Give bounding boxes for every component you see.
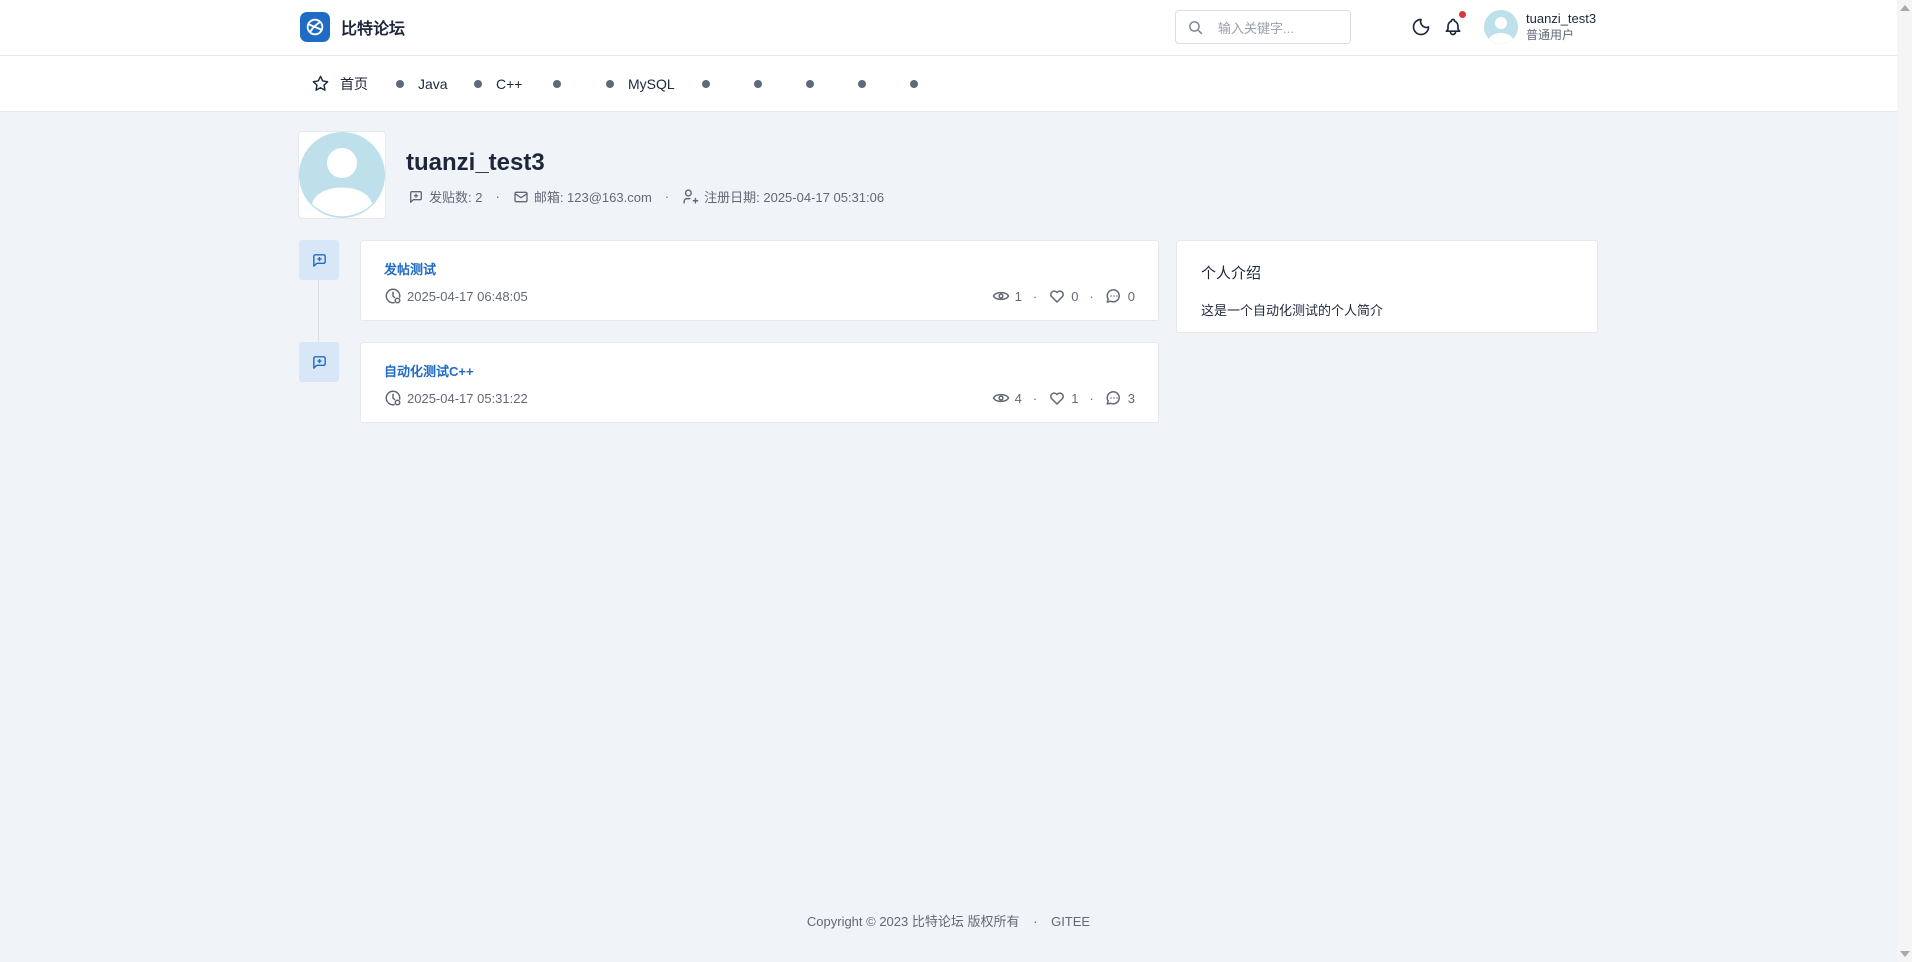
dot-icon — [396, 79, 404, 88]
message-plus-icon — [410, 190, 422, 203]
clock-icon — [385, 390, 401, 406]
mail-icon — [514, 191, 528, 202]
nav-label: MySQL — [628, 75, 675, 92]
post-stats: 4 · 1 · 3 — [992, 389, 1135, 407]
view-count: 1 — [992, 287, 1022, 305]
dot-icon — [553, 79, 561, 88]
dot-icon — [702, 79, 710, 88]
post-stats: 1 · 0 · 0 — [992, 287, 1135, 305]
notifications-button[interactable] — [1443, 11, 1466, 39]
separator: · — [664, 189, 670, 204]
dot-icon — [858, 79, 866, 88]
dot-icon — [910, 79, 918, 88]
brand-logo-icon — [300, 12, 330, 42]
separator: · — [1089, 288, 1094, 304]
post-title-link[interactable]: 自动化测试C++ — [384, 361, 474, 380]
star-icon — [312, 75, 329, 91]
like-count: 0 — [1048, 287, 1078, 305]
search-icon — [1189, 21, 1203, 35]
separator: · — [1032, 288, 1038, 304]
timeline-post-icon — [299, 342, 339, 382]
email-text: 邮箱: 123@163.com — [533, 190, 652, 205]
gitee-link[interactable]: GITEE — [1051, 914, 1090, 929]
bell-icon — [1445, 18, 1461, 36]
dot-icon — [806, 79, 814, 88]
timeline-line — [318, 280, 319, 342]
user-plus-icon — [683, 189, 699, 204]
separator: · — [1033, 914, 1038, 929]
dot-icon — [474, 79, 482, 88]
page-scrollbar[interactable] — [1897, 0, 1912, 962]
category-nav: 首页 Java C++ MySQL — [0, 56, 1897, 112]
post-title-link[interactable]: 发帖测试 — [384, 259, 436, 278]
search-box — [1175, 10, 1351, 44]
heart-icon — [1050, 290, 1065, 303]
scroll-down-arrow-icon[interactable] — [1900, 951, 1910, 957]
nav-item-unlabeled[interactable] — [553, 56, 575, 111]
copyright-text: Copyright © 2023 比特论坛 版权所有 — [806, 914, 1020, 929]
post-card: 自动化测试C++ 2025-04-17 05:31:22 4 · 1 · 3 — [360, 342, 1159, 423]
comment-count: 3 — [1105, 389, 1135, 407]
comment-count: 0 — [1105, 287, 1135, 305]
post-count-text: 发贴数: 2 — [429, 190, 483, 205]
nav-item-unlabeled[interactable] — [702, 56, 724, 111]
nav-label: C++ — [496, 75, 523, 92]
search-input[interactable] — [1216, 17, 1345, 39]
footer: Copyright © 2023 比特论坛 版权所有 · GITEE — [0, 911, 1897, 930]
message-plus-icon — [312, 253, 326, 267]
email: 邮箱: 123@163.com — [513, 187, 652, 206]
eye-icon — [992, 291, 1009, 301]
intro-text: 这是一个自动化测试的个人简介 — [1201, 303, 1384, 318]
separator: · — [495, 189, 500, 204]
post-time: 2025-04-17 05:31:22 — [384, 389, 528, 407]
moon-icon — [1412, 18, 1430, 36]
user-name: tuanzi_test3 — [1526, 11, 1597, 26]
like-count: 1 — [1048, 389, 1078, 407]
intro-card: 个人介绍 这是一个自动化测试的个人简介 — [1176, 240, 1598, 333]
post-count: 发贴数: 2 — [408, 187, 482, 206]
message-dots-icon — [1106, 289, 1120, 303]
nav-item-cpp[interactable]: C++ — [474, 56, 522, 111]
nav-item-unlabeled[interactable] — [754, 56, 776, 111]
intro-title: 个人介绍 — [1201, 265, 1262, 282]
clock-icon — [385, 288, 401, 304]
post-card: 发帖测试 2025-04-17 06:48:05 1 · 0 · 0 — [360, 240, 1159, 321]
nav-item-home[interactable]: 首页 — [311, 56, 368, 111]
profile-meta: 发贴数: 2 · 邮箱: 123@163.com · 注册日期: 2025-04… — [408, 187, 884, 206]
message-plus-icon — [312, 355, 326, 369]
profile-username: tuanzi_test3 — [406, 149, 545, 176]
notification-badge — [1459, 11, 1466, 18]
profile-avatar — [298, 131, 386, 219]
dot-icon — [606, 79, 614, 88]
registered-text: 注册日期: 2025-04-17 05:31:06 — [704, 190, 885, 205]
dot-icon — [754, 79, 762, 88]
user-role: 普通用户 — [1526, 28, 1575, 42]
heart-icon — [1050, 392, 1065, 405]
nav-label: Java — [418, 75, 448, 92]
timeline-post-icon — [299, 240, 339, 280]
nav-item-java[interactable]: Java — [396, 56, 448, 111]
separator: · — [1089, 390, 1094, 406]
registered-date: 注册日期: 2025-04-17 05:31:06 — [682, 187, 884, 206]
avatar — [1484, 10, 1518, 44]
brand[interactable]: 比特论坛 — [300, 12, 405, 42]
nav-item-unlabeled[interactable] — [910, 56, 932, 111]
scroll-up-arrow-icon[interactable] — [1900, 5, 1910, 11]
nav-item-mysql[interactable]: MySQL — [606, 56, 675, 111]
view-count: 4 — [992, 389, 1022, 407]
user-menu[interactable]: tuanzi_test3 普通用户 — [1484, 10, 1596, 44]
separator: · — [1032, 390, 1038, 406]
message-dots-icon — [1106, 391, 1120, 405]
nav-item-unlabeled[interactable] — [806, 56, 828, 111]
top-header: 比特论坛 tuanzi_test3 普通用户 — [0, 0, 1897, 56]
nav-item-unlabeled[interactable] — [858, 56, 880, 111]
nav-label: 首页 — [340, 75, 368, 92]
eye-icon — [992, 393, 1009, 403]
post-time: 2025-04-17 06:48:05 — [384, 287, 528, 305]
dark-mode-toggle[interactable] — [1411, 17, 1433, 39]
brand-name: 比特论坛 — [341, 21, 406, 38]
